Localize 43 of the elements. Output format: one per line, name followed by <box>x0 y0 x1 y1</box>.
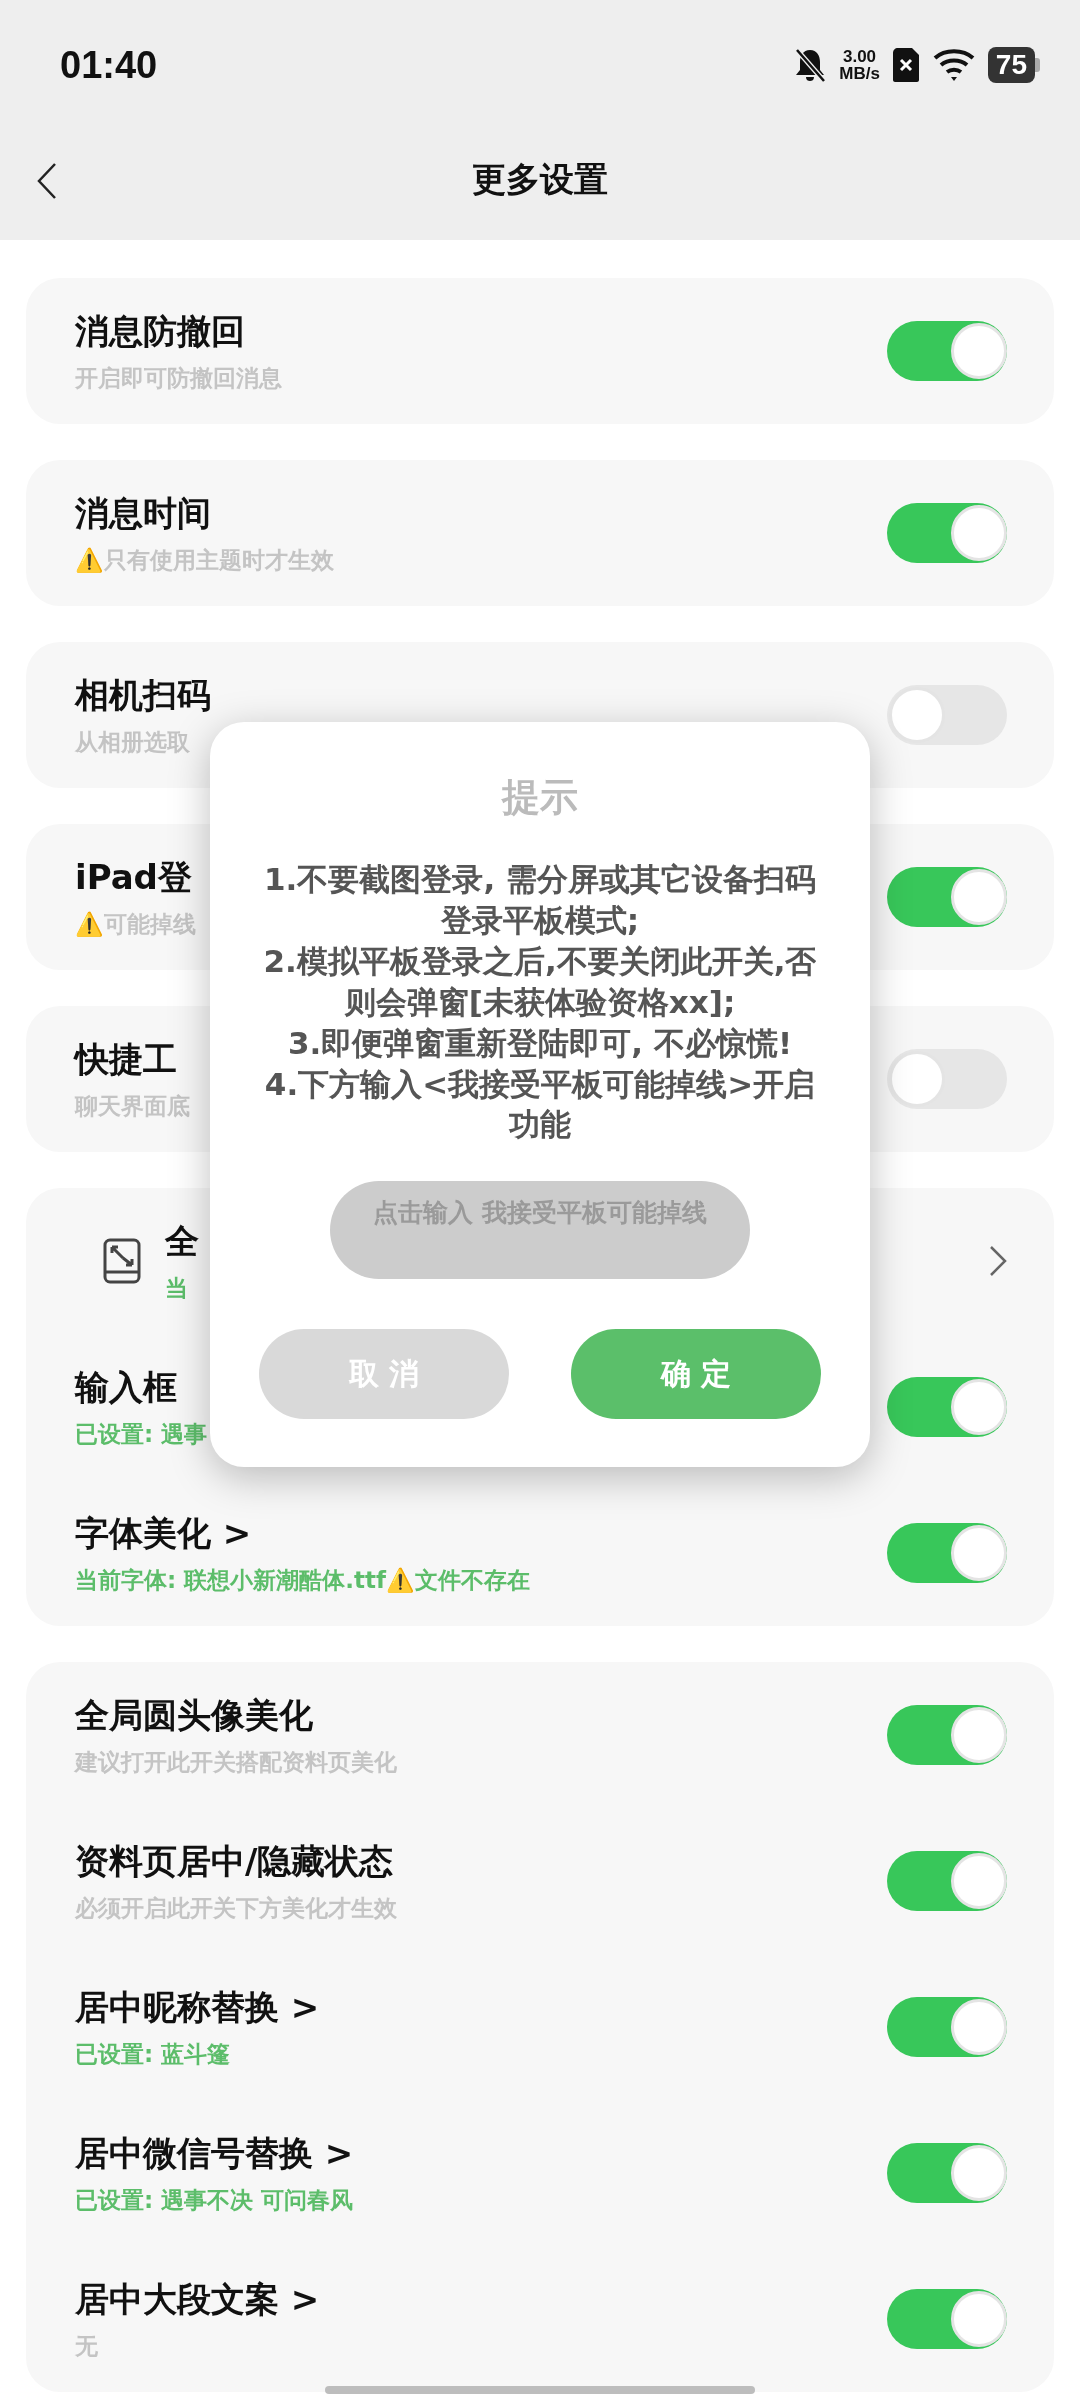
battery-tip-icon <box>1035 58 1040 72</box>
toggle-switch[interactable] <box>887 2289 1007 2349</box>
battery-level: 75 <box>987 47 1035 83</box>
sim-card-icon <box>891 47 920 83</box>
setting-subtitle: 已设置: 遇事不决 可问春风 <box>75 2185 354 2215</box>
setting-title: iPad登 <box>75 855 192 899</box>
back-icon[interactable] <box>36 162 58 200</box>
setting-title: 居中昵称替换 > <box>75 1985 320 2029</box>
setting-title: 全局圆头像美化 <box>75 1693 313 1737</box>
tablet-expand-icon <box>103 1238 141 1284</box>
setting-title: 消息时间 <box>75 491 211 535</box>
chevron-right-icon[interactable] <box>989 1245 1007 1277</box>
toggle-switch[interactable] <box>887 1997 1007 2057</box>
toggle-switch[interactable] <box>887 503 1007 563</box>
page-title: 更多设置 <box>472 158 608 201</box>
dialog-title: 提示 <box>502 774 578 821</box>
toggle-switch[interactable] <box>887 867 1007 927</box>
confirm-button[interactable]: 确 定 <box>571 1329 821 1420</box>
toggle-switch[interactable] <box>887 2143 1007 2203</box>
setting-title: 居中微信号替换 > <box>75 2131 354 2175</box>
setting-title: 居中大段文案 > <box>75 2277 320 2321</box>
toggle-switch[interactable] <box>887 321 1007 381</box>
setting-title: 消息防撤回 <box>75 309 245 353</box>
setting-subtitle: 已设置: 蓝斗篷 <box>75 2039 231 2069</box>
status-time: 01:40 <box>60 43 158 87</box>
bell-muted-icon <box>793 47 828 83</box>
setting-title: 相机扫码 <box>75 673 211 717</box>
wifi-icon <box>931 47 976 83</box>
toggle-switch[interactable] <box>887 1705 1007 1765</box>
speed-unit: MB/s <box>839 65 880 82</box>
setting-title: 快捷工 <box>75 1037 177 1081</box>
network-speed: 3.00 <box>843 48 877 65</box>
setting-subtitle: 当前字体: 联想小新潮酷体.ttf⚠文件不存在 <box>75 1565 530 1595</box>
setting-subtitle: 已设置: 遇事 <box>75 1419 208 1449</box>
dialog-message: 1.不要截图登录, 需分屏或其它设备扫码登录平板模式; 2.模拟平板登录之后,不要关闭此开关,否则会弹窗[未获体验资格xx]; 3.即便弹窗重新登陆即可, 不必惊慌! 4.下方输入<我接受平板可能掉线>开启功能 <box>262 860 818 1145</box>
setting-title: 输入框 <box>75 1365 177 1409</box>
toggle-switch[interactable] <box>887 1523 1007 1583</box>
toggle-switch[interactable] <box>887 1851 1007 1911</box>
setting-title: 字体美化 > <box>75 1511 252 1555</box>
setting-title: 全 <box>165 1219 199 1263</box>
toggle-switch[interactable] <box>887 1377 1007 1437</box>
setting-subtitle: 当 <box>165 1273 188 1303</box>
setting-title: 资料页居中/隐藏状态 <box>75 1839 394 1883</box>
